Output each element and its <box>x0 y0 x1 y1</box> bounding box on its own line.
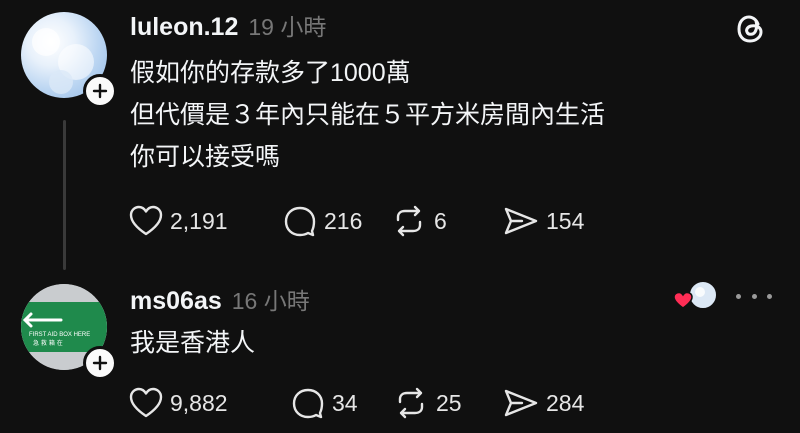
avatar-luleon[interactable] <box>21 12 117 108</box>
share-count: 284 <box>546 389 585 416</box>
post-line: 但代價是３年內只能在５平方米房間內生活 <box>130 101 606 129</box>
share-button[interactable]: 284 <box>502 386 584 420</box>
repost-count: 25 <box>436 389 462 416</box>
repost-button[interactable]: 6 <box>390 204 490 238</box>
timestamp: 16 小時 <box>231 288 310 314</box>
like-button[interactable]: 2,191 <box>128 204 268 238</box>
svg-text:急 救 箱 在: 急 救 箱 在 <box>33 339 63 347</box>
action-bar: 2,191 216 6 154 <box>128 204 584 238</box>
author-liked-indicator[interactable] <box>672 280 722 314</box>
send-icon <box>504 389 538 417</box>
like-button[interactable]: 9,882 <box>128 386 268 420</box>
follow-plus-button[interactable] <box>83 74 117 108</box>
more-options-button[interactable] <box>736 284 772 308</box>
repost-count: 6 <box>434 207 447 234</box>
heart-icon <box>129 387 163 418</box>
post-line: 我是香港人 <box>130 329 256 357</box>
svg-text:FIRST AID BOX HERE: FIRST AID BOX HERE <box>29 332 90 338</box>
threads-logo-icon[interactable] <box>734 12 768 46</box>
share-count: 154 <box>546 207 585 234</box>
follow-plus-button[interactable] <box>83 346 117 380</box>
heart-icon <box>129 205 163 236</box>
send-icon <box>504 207 538 235</box>
post-line: 你可以接受嗎 <box>130 143 281 171</box>
repost-icon <box>396 205 422 237</box>
dot-icon <box>767 293 772 299</box>
username[interactable]: ms06as <box>130 287 222 316</box>
reply-count: 34 <box>332 389 358 416</box>
post-body: 假如你的存款多了1000萬 但代價是３年內只能在５平方米房間內生活 你可以接受嗎 <box>130 52 605 178</box>
thread-connector-line <box>63 120 66 270</box>
post-header: luleon.12 19 小時 <box>130 8 326 42</box>
reply-count: 216 <box>324 207 363 234</box>
repost-button[interactable]: 25 <box>392 386 502 420</box>
share-button[interactable]: 154 <box>502 204 584 238</box>
action-bar: 9,882 34 25 284 <box>128 386 584 420</box>
reply-button[interactable]: 34 <box>290 386 400 420</box>
like-count: 9,882 <box>170 389 228 416</box>
dot-icon <box>751 293 757 299</box>
comment-icon <box>292 388 324 419</box>
post-line: 假如你的存款多了1000萬 <box>130 59 411 87</box>
post-header: ms06as 16 小時 <box>130 282 310 316</box>
post-body: 我是香港人 <box>130 322 255 364</box>
comment-icon <box>284 206 316 237</box>
repost-icon <box>398 387 424 419</box>
heart-icon <box>673 291 693 309</box>
avatar-ms06as[interactable]: FIRST AID BOX HERE 急 救 箱 在 <box>21 284 117 380</box>
timestamp: 19 小時 <box>248 14 327 40</box>
dot-icon <box>736 293 741 299</box>
username[interactable]: luleon.12 <box>130 13 238 42</box>
reply-button[interactable]: 216 <box>282 204 402 238</box>
like-count: 2,191 <box>170 207 228 234</box>
